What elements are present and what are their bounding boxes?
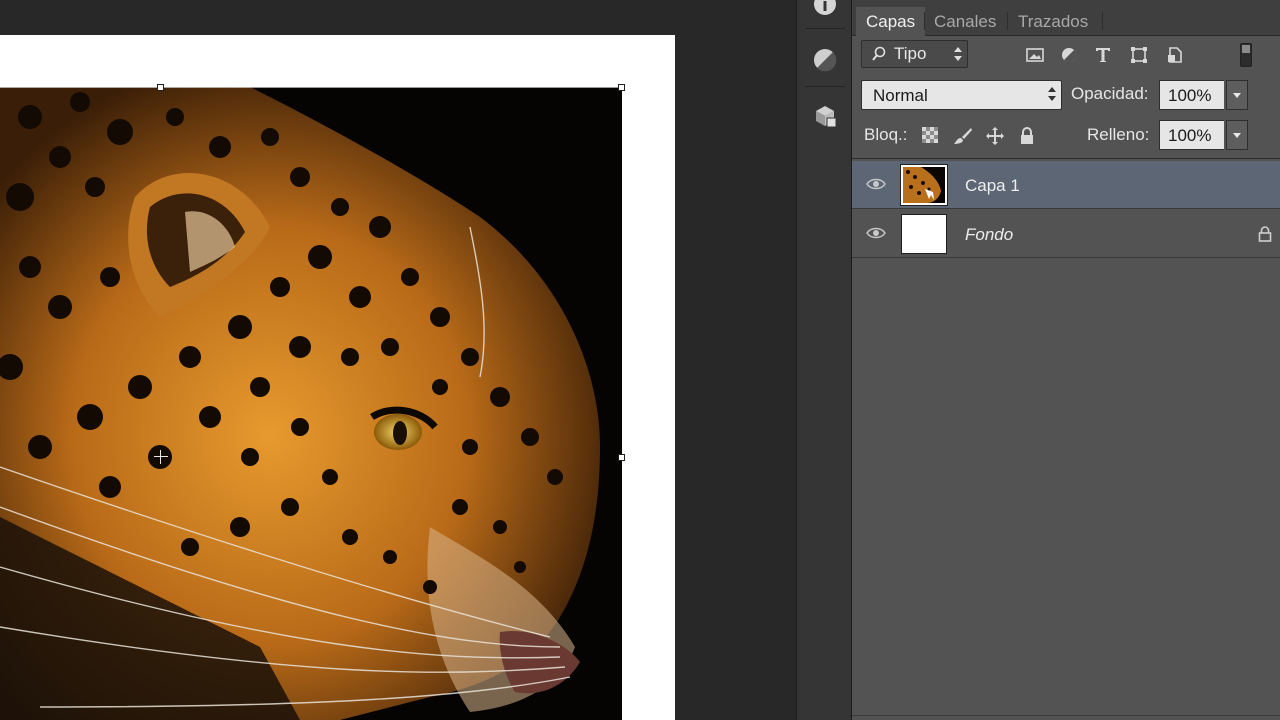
layer-name[interactable]: Capa 1 — [965, 176, 1020, 196]
search-icon — [872, 46, 886, 67]
tab-divider — [1102, 12, 1103, 30]
layer-list: Capa 1 Fondo — [852, 158, 1280, 720]
updown-arrows-icon — [954, 47, 962, 61]
blend-mode-select[interactable]: Normal — [861, 80, 1062, 110]
layer-lock-icon — [1258, 225, 1272, 243]
panel-icon-strip — [796, 0, 852, 720]
image-filter-icon[interactable] — [1025, 45, 1045, 65]
lock-transparency-icon[interactable] — [921, 126, 941, 146]
opacity-input[interactable]: 100% — [1159, 80, 1224, 110]
lock-position-icon[interactable] — [985, 126, 1005, 146]
updown-arrows-icon — [1048, 87, 1056, 101]
filter-row: Tipo — [852, 36, 1280, 74]
opacity-label: Opacidad: — [1071, 84, 1149, 103]
strip-divider — [805, 28, 845, 29]
layers-panel: Capas Canales Trazados Tipo Normal Opaci… — [852, 0, 1280, 720]
smart-object-filter-icon[interactable] — [1165, 45, 1185, 65]
transform-bounding-edge-right — [621, 87, 622, 720]
fill-dropdown-button[interactable] — [1226, 120, 1248, 150]
tab-canales[interactable]: Canales — [924, 7, 1006, 36]
layer-thumbnail-white[interactable] — [901, 214, 947, 254]
layer-thumbnail-leopard[interactable] — [900, 164, 948, 206]
transform-handle-top[interactable] — [157, 84, 164, 91]
layer-row-capa-1[interactable]: Capa 1 — [852, 161, 1280, 209]
shape-filter-icon[interactable] — [1129, 45, 1149, 65]
lock-pixels-icon[interactable] — [953, 126, 973, 146]
blend-mode-value: Normal — [873, 86, 928, 105]
strip-divider — [805, 86, 845, 87]
fill-label: Relleno: — [1087, 125, 1150, 144]
tab-capas[interactable]: Capas — [856, 7, 926, 36]
eye-icon[interactable] — [866, 177, 886, 191]
info-icon[interactable] — [809, 0, 841, 20]
transform-handle-top-right[interactable] — [618, 84, 625, 91]
eye-icon[interactable] — [866, 226, 886, 240]
canvas-area[interactable] — [0, 0, 796, 720]
type-filter-icon[interactable] — [1093, 45, 1113, 65]
transform-handle-right[interactable] — [618, 454, 625, 461]
blend-row: Normal Opacidad: 100% — [852, 77, 1280, 115]
lock-row: Bloq.: Relleno: 100% — [852, 117, 1280, 155]
transform-center-point-icon[interactable] — [154, 450, 168, 464]
panel-tabs: Capas Canales Trazados — [852, 0, 1280, 36]
lock-all-icon[interactable] — [1018, 126, 1038, 146]
layer-filter-label: Tipo — [894, 44, 927, 63]
layer-row-fondo[interactable]: Fondo — [852, 210, 1280, 258]
leopard-photo[interactable] — [0, 87, 622, 720]
adjustment-filter-icon[interactable] — [1059, 45, 1079, 65]
lock-label: Bloq.: — [864, 125, 908, 144]
filter-toggle-switch[interactable] — [1240, 43, 1252, 67]
3d-layers-icon[interactable] — [809, 100, 841, 132]
layer-name[interactable]: Fondo — [965, 225, 1013, 245]
tab-trazados[interactable]: Trazados — [1008, 7, 1098, 36]
transform-bounding-edge-top — [0, 87, 622, 88]
layer-filter-select[interactable]: Tipo — [861, 40, 968, 68]
opacity-dropdown-button[interactable] — [1226, 80, 1248, 110]
adjustments-icon[interactable] — [809, 44, 841, 76]
fill-input[interactable]: 100% — [1159, 120, 1224, 150]
panel-bottom-divider — [852, 715, 1280, 716]
